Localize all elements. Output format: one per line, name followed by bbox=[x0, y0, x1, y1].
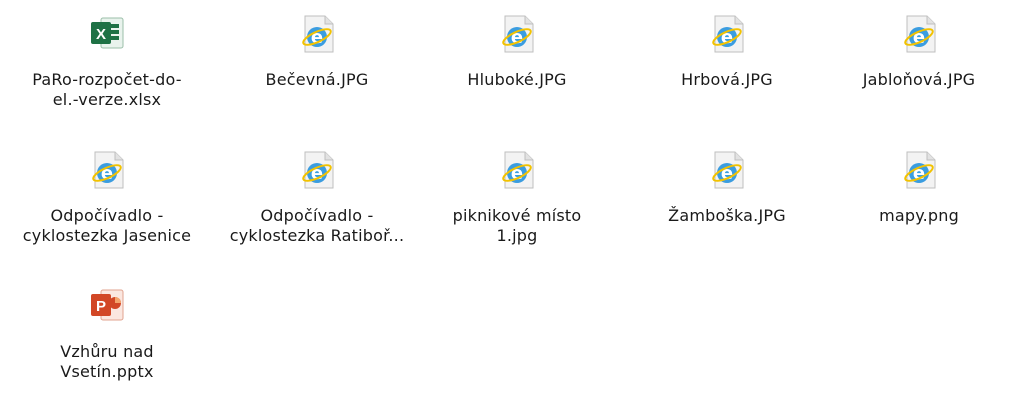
file-label: Hrbová.JPG bbox=[681, 70, 773, 89]
ie-icon: e bbox=[302, 151, 334, 189]
ie-icon: e bbox=[302, 15, 334, 53]
powerpoint-icon: P bbox=[91, 289, 124, 321]
file-label: Žamboška.JPG bbox=[668, 206, 786, 225]
file-item-becevna[interactable]: e Bečevná.JPG bbox=[212, 12, 422, 90]
file-label: Bečevná.JPG bbox=[265, 70, 369, 89]
ie-icon: e bbox=[904, 15, 936, 53]
ie-icon: e bbox=[92, 151, 124, 189]
file-item-hluboke[interactable]: e Hluboké.JPG bbox=[412, 12, 622, 90]
file-label: Odpočívadlo - cyklostezka Jasenice bbox=[22, 206, 192, 245]
file-item-zamboska[interactable]: e Žamboška.JPG bbox=[622, 148, 832, 226]
file-item-hrbova[interactable]: e Hrbová.JPG bbox=[622, 12, 832, 90]
ie-icon: e bbox=[712, 15, 744, 53]
file-label: Hluboké.JPG bbox=[467, 70, 567, 89]
file-label: mapy.png bbox=[879, 206, 959, 225]
ie-icon: e bbox=[904, 151, 936, 189]
file-label: Vzhůru nad Vsetín.pptx bbox=[60, 342, 154, 381]
file-item-piknikove-misto[interactable]: e piknikové místo 1.jpg bbox=[412, 148, 622, 246]
ie-icon: e bbox=[712, 151, 744, 189]
file-label: Jabloňová.JPG bbox=[862, 70, 976, 89]
svg-text:P: P bbox=[96, 298, 106, 315]
excel-icon: X bbox=[91, 17, 124, 49]
ie-icon: e bbox=[502, 151, 534, 189]
file-grid: X PaRo-rozpočet-do- el.-verze.xlsx e Beč… bbox=[0, 0, 1009, 394]
file-item-jablonova[interactable]: e Jabloňová.JPG bbox=[814, 12, 1009, 90]
file-item-mapy[interactable]: e mapy.png bbox=[814, 148, 1009, 226]
file-label: PaRo-rozpočet-do- el.-verze.xlsx bbox=[32, 70, 182, 109]
file-item-odpocivadlo-jasenice[interactable]: e Odpočívadlo - cyklostezka Jasenice bbox=[2, 148, 212, 246]
file-item-xlsx[interactable]: X PaRo-rozpočet-do- el.-verze.xlsx bbox=[2, 12, 212, 110]
file-label: Odpočívadlo - cyklostezka Ratiboř... bbox=[229, 206, 405, 245]
file-item-pptx[interactable]: P Vzhůru nad Vsetín.pptx bbox=[2, 284, 212, 382]
ie-icon: e bbox=[502, 15, 534, 53]
svg-text:X: X bbox=[96, 26, 106, 43]
file-item-odpocivadlo-ratibor[interactable]: e Odpočívadlo - cyklostezka Ratiboř... bbox=[212, 148, 422, 246]
file-label: piknikové místo 1.jpg bbox=[452, 206, 582, 245]
